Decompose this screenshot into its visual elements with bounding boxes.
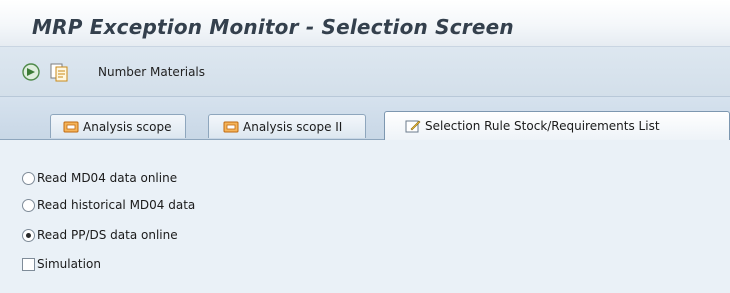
option-read-historical-md04[interactable]: Read historical MD04 data: [22, 196, 195, 214]
option-simulation[interactable]: Simulation: [22, 255, 101, 273]
execute-icon[interactable]: [20, 61, 42, 83]
option-read-md04-online[interactable]: Read MD04 data online: [22, 169, 177, 187]
option-read-ppds-online[interactable]: Read PP/DS data online: [22, 226, 178, 244]
tab-selection-rule[interactable]: Selection Rule Stock/Requirements List: [384, 111, 730, 140]
radio-button-selected[interactable]: [22, 228, 35, 242]
radio-button[interactable]: [22, 198, 35, 212]
option-label: Read historical MD04 data: [37, 198, 196, 212]
tab-analysis-scope-label: Analysis scope: [83, 119, 172, 134]
checkbox[interactable]: [22, 257, 35, 271]
number-materials-button[interactable]: Number Materials: [98, 65, 205, 79]
option-label: Read MD04 data online: [37, 171, 178, 185]
tab-analysis-scope[interactable]: Analysis scope: [50, 114, 186, 138]
tab-scope-icon: [223, 121, 239, 132]
tab-analysis-scope-ii[interactable]: Analysis scope II: [208, 114, 366, 138]
selection-panel: [0, 140, 730, 293]
get-variant-icon[interactable]: [49, 61, 71, 83]
tab-analysis-scope-ii-label: Analysis scope II: [243, 119, 343, 134]
option-label: Read PP/DS data online: [37, 228, 178, 242]
application-toolbar: Number Materials: [0, 47, 730, 97]
title-bar: MRP Exception Monitor - Selection Screen: [0, 0, 730, 47]
tab-scope-icon: [63, 121, 79, 132]
edit-tab-icon: [405, 120, 421, 133]
window-title: MRP Exception Monitor - Selection Screen: [32, 15, 514, 39]
tab-selection-rule-label: Selection Rule Stock/Requirements List: [425, 119, 660, 133]
option-label: Simulation: [37, 257, 101, 271]
radio-button[interactable]: [22, 171, 35, 185]
